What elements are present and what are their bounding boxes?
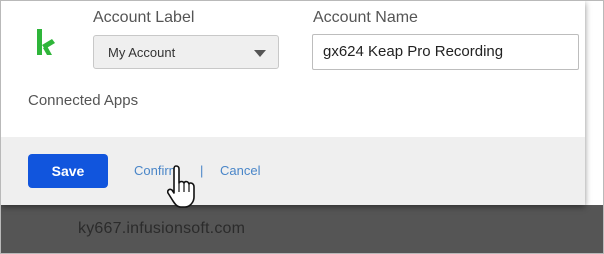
account-label-select[interactable]: My Account	[93, 35, 279, 69]
account-dialog: Account Label My Account Account Name gx…	[1, 1, 585, 205]
chevron-down-icon	[254, 50, 266, 57]
account-label-value: My Account	[108, 45, 176, 60]
connected-apps-heading: Connected Apps	[28, 92, 139, 109]
hand-pointer-cursor-icon	[167, 165, 195, 208]
account-name-input[interactable]: gx624 Keap Pro Recording	[312, 34, 579, 70]
link-separator: |	[200, 163, 204, 178]
keap-logo-icon	[37, 29, 55, 55]
save-button[interactable]: Save	[28, 154, 108, 188]
account-name-heading: Account Name	[313, 9, 418, 26]
cancel-link[interactable]: Cancel	[220, 163, 260, 178]
page-url-text: ky667.infusionsoft.com	[78, 220, 246, 237]
screenshot-frame: ky667.infusionsoft.com Account Label My …	[0, 0, 604, 254]
account-label-heading: Account Label	[93, 9, 195, 26]
dialog-body: Account Label My Account Account Name gx…	[1, 1, 585, 137]
